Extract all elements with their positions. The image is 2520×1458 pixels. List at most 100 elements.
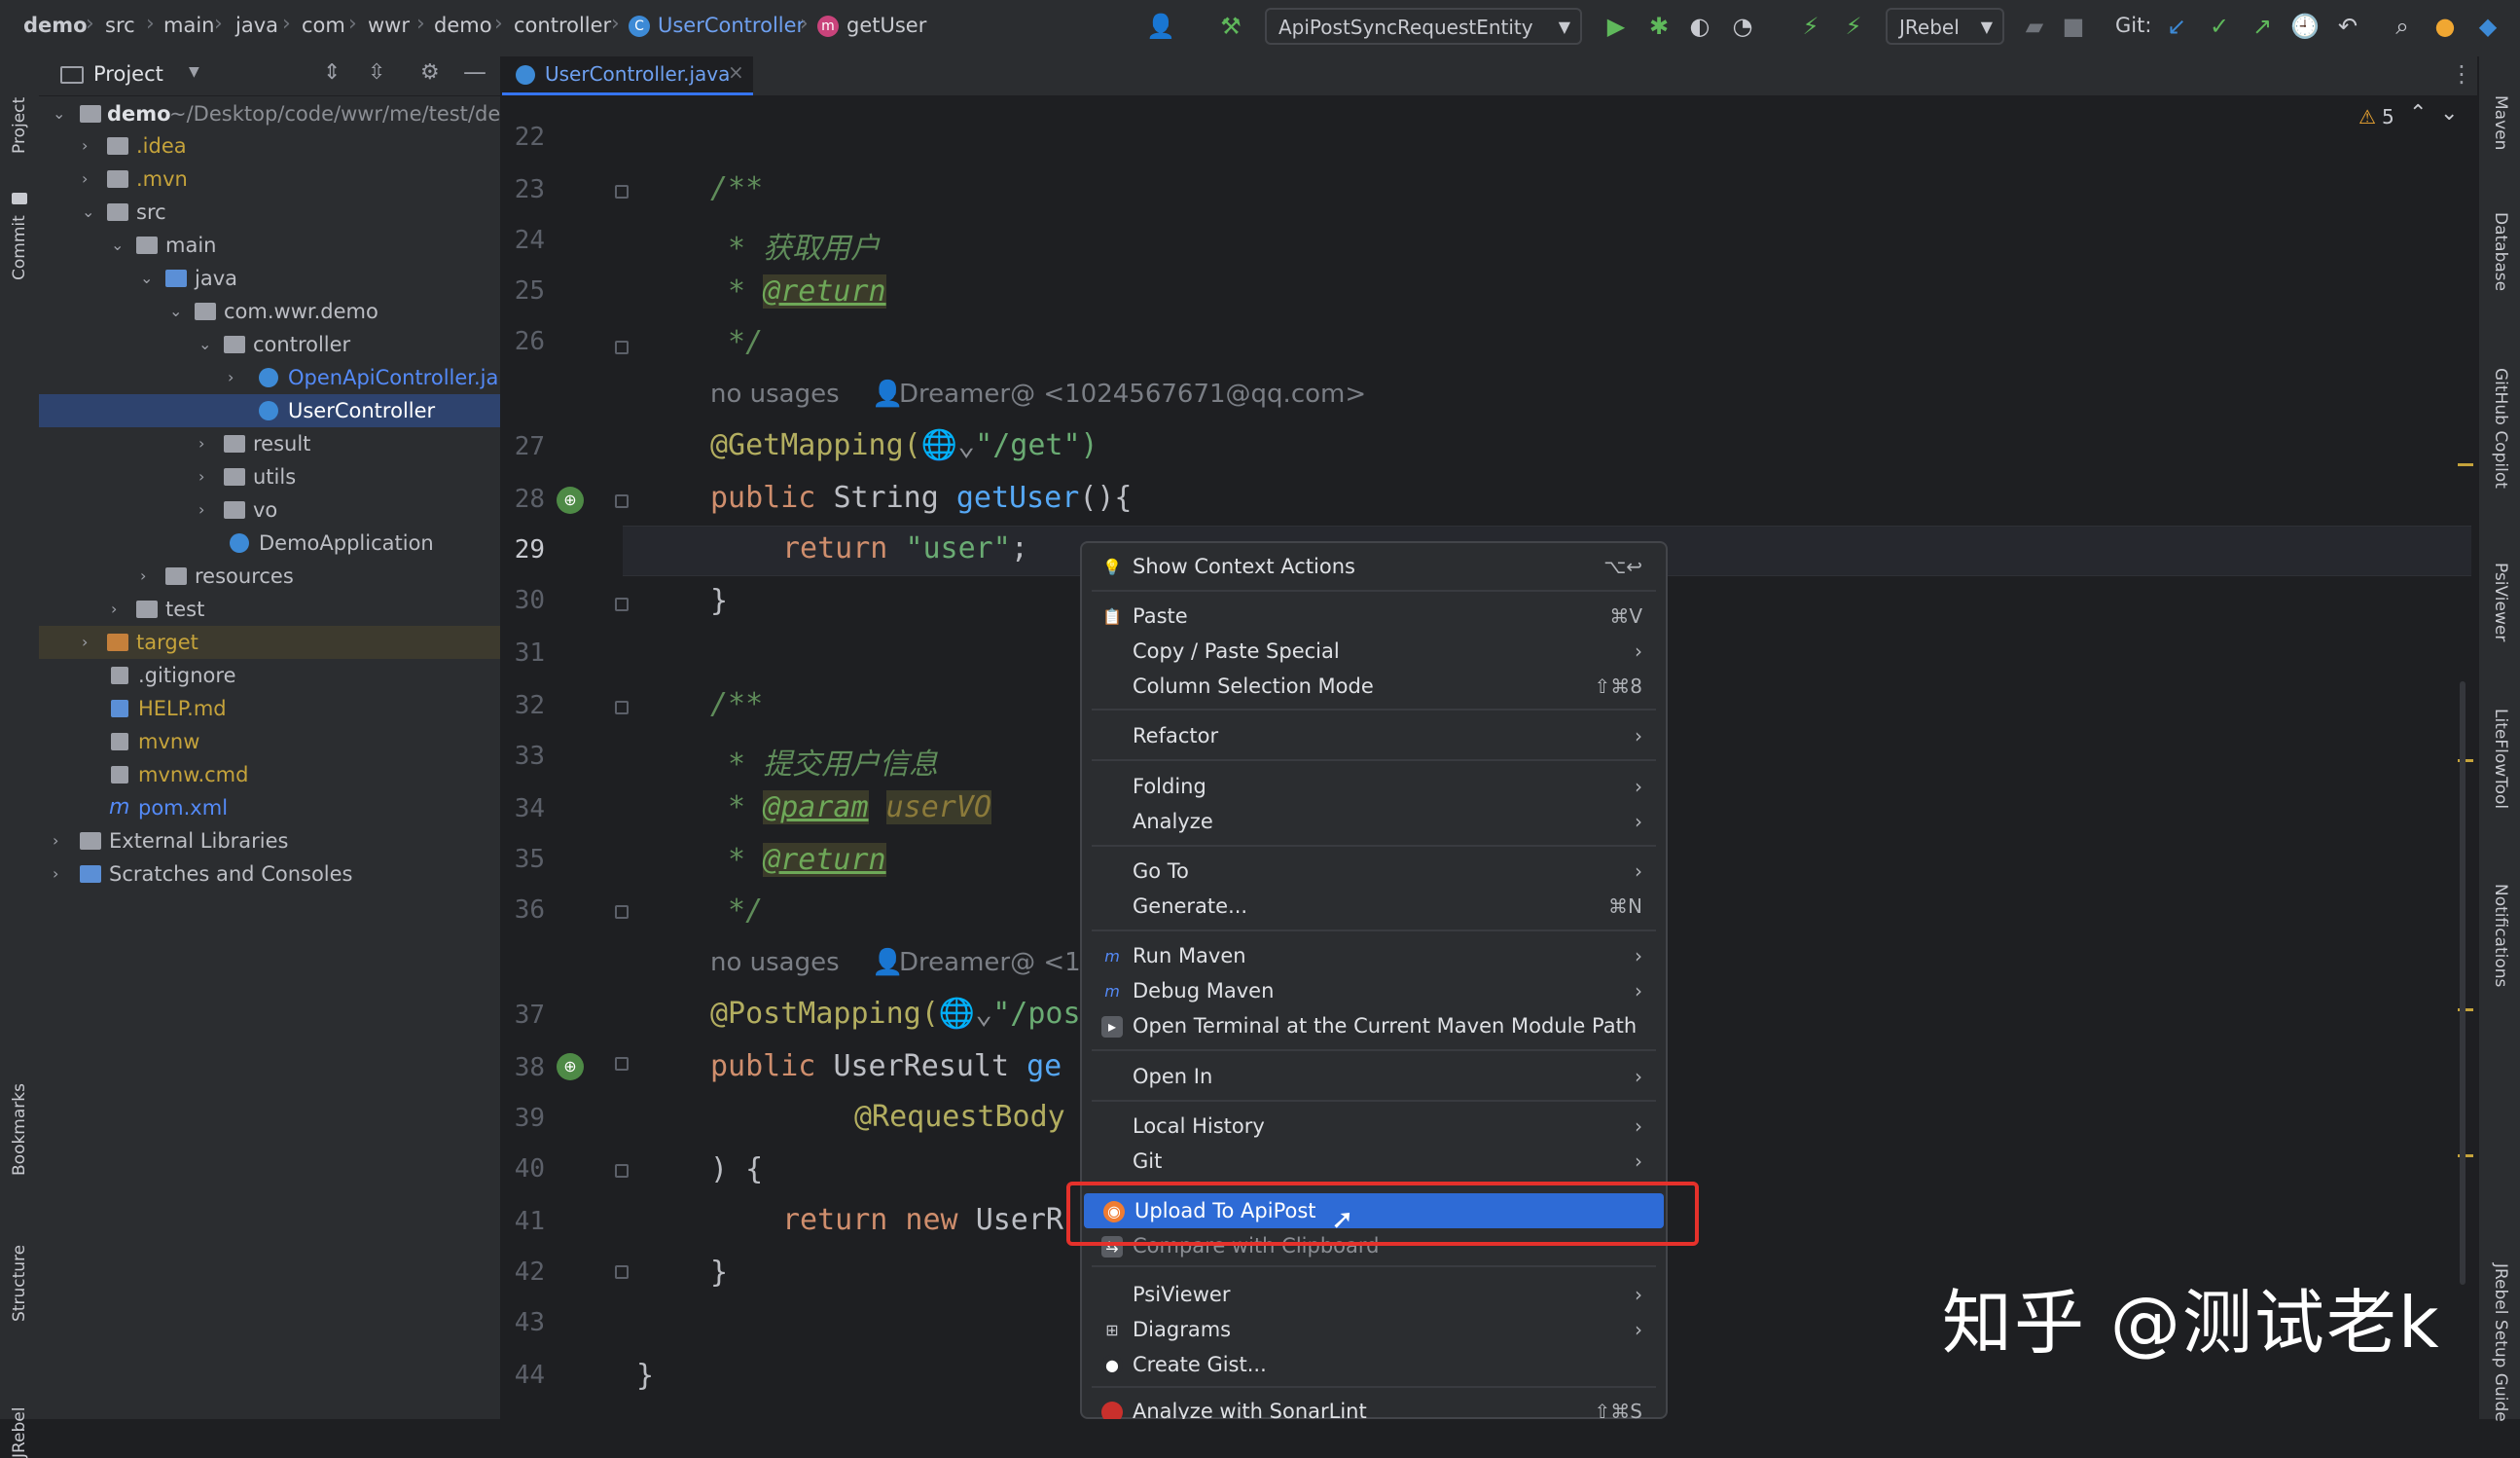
search-icon[interactable]: ⌕	[2388, 12, 2417, 41]
menu-item-local-history[interactable]: Local History›	[1082, 1109, 1666, 1144]
menu-item-open-terminal-maven[interactable]: ▸Open Terminal at the Current Maven Modu…	[1082, 1008, 1666, 1043]
rollback-icon[interactable]: ↶	[2333, 12, 2362, 41]
globe-icon[interactable]: 🌐⌄	[939, 997, 992, 1031]
menu-item-analyze[interactable]: Analyze›	[1082, 804, 1666, 839]
menu-item-show-context-actions[interactable]: 💡Show Context Actions⌥↩	[1082, 549, 1666, 584]
breadcrumb-src[interactable]: src	[105, 14, 135, 37]
git-commit-icon[interactable]: ✓	[2205, 12, 2234, 41]
tree-item-mvn[interactable]: ›.mvn	[39, 163, 500, 196]
menu-item-generate[interactable]: Generate...⌘N	[1082, 889, 1666, 924]
commit-tool-button[interactable]: Commit	[10, 215, 29, 280]
tree-item-mvnw[interactable]: mvnw	[39, 725, 500, 758]
bookmarks-tool-button[interactable]: Bookmarks	[10, 1083, 29, 1176]
coverage-icon[interactable]: ◐	[1685, 12, 1714, 41]
profiler-icon[interactable]: ◔	[1728, 12, 1757, 41]
tree-item-result[interactable]: ›result	[39, 427, 500, 460]
menu-item-folding[interactable]: Folding›	[1082, 769, 1666, 804]
fold-marker-icon[interactable]	[615, 905, 629, 919]
tree-item-helpmd[interactable]: HELP.md	[39, 692, 500, 725]
debug-icon[interactable]: ✱	[1644, 12, 1674, 41]
breadcrumb-main[interactable]: main	[163, 14, 214, 37]
menu-item-paste[interactable]: 📋Paste⌘V	[1082, 599, 1666, 634]
breadcrumb-java[interactable]: java	[235, 14, 278, 37]
jrebel-debug-icon[interactable]: ⚡	[1839, 12, 1868, 41]
tree-item-target[interactable]: ›target	[39, 626, 500, 659]
fold-marker-icon[interactable]	[615, 1164, 629, 1178]
gear-icon[interactable]: ⚙	[420, 60, 440, 85]
tree-item-idea[interactable]: ›.idea	[39, 129, 500, 163]
more-options-icon[interactable]: ⋮	[2450, 60, 2473, 88]
menu-item-git[interactable]: Git›	[1082, 1144, 1666, 1179]
menu-item-copy-paste-special[interactable]: Copy / Paste Special›	[1082, 634, 1666, 669]
menu-item-open-in[interactable]: Open In›	[1082, 1059, 1666, 1094]
breadcrumb-demo-pkg[interactable]: demo	[434, 14, 492, 37]
fold-marker-icon[interactable]	[615, 185, 629, 199]
fold-marker-icon[interactable]	[615, 598, 629, 611]
globe-icon[interactable]: 🌐⌄	[921, 428, 975, 462]
tree-root-demo[interactable]: ⌄ demo ~/Desktop/code/wwr/me/test/de	[39, 97, 500, 130]
endpoint-globe-icon[interactable]: ⊕	[557, 1053, 584, 1080]
author-hint[interactable]: Dreamer@ <1024567671@qq.com>	[899, 380, 1366, 409]
usages-hint[interactable]: no usages	[710, 380, 840, 409]
menu-item-psiviewer[interactable]: PsiViewer›	[1082, 1277, 1666, 1312]
chevron-down-icon[interactable]: ▼	[189, 64, 199, 80]
database-tool-button[interactable]: Database	[2491, 212, 2510, 291]
tree-item-demoapplication[interactable]: DemoApplication	[39, 527, 500, 560]
fold-marker-icon[interactable]	[615, 701, 629, 714]
menu-item-go-to[interactable]: Go To›	[1082, 854, 1666, 889]
collapse-all-icon[interactable]: ⇳	[368, 60, 385, 85]
copilot-tool-button[interactable]: GitHub Copilot	[2491, 368, 2510, 489]
tree-item-mvnwcmd[interactable]: mvnw.cmd	[39, 758, 500, 791]
project-tool-button[interactable]: Project	[10, 97, 29, 154]
run-icon[interactable]: ▶	[1602, 12, 1631, 41]
tree-item-utils[interactable]: ›utils	[39, 460, 500, 493]
maven-tool-button[interactable]: Maven	[2491, 95, 2510, 150]
fold-marker-icon[interactable]	[615, 1057, 629, 1071]
jrebel-dropdown[interactable]: JRebel ▼	[1886, 8, 2004, 45]
expand-all-icon[interactable]: ⇕	[323, 60, 341, 85]
menu-item-analyze-sonarlint[interactable]: Analyze with SonarLint⇧⌘S	[1082, 1394, 1666, 1419]
breadcrumb-getuser[interactable]: getUser	[846, 14, 926, 37]
menu-item-diagrams[interactable]: ⊞Diagrams›	[1082, 1312, 1666, 1347]
fold-marker-icon[interactable]	[615, 494, 629, 508]
author-hint[interactable]: Dreamer@ <10	[899, 948, 1097, 977]
toolbox-icon[interactable]: ◆	[2473, 12, 2502, 41]
scrollbar-marker[interactable]	[2458, 463, 2473, 466]
update-icon[interactable]: ▰	[2020, 12, 2049, 41]
tree-item-gitignore[interactable]: .gitignore	[39, 659, 500, 692]
previous-highlight-icon[interactable]: ⌃	[2409, 101, 2427, 126]
project-panel-title[interactable]: Project	[93, 62, 163, 86]
tree-item-pomxml[interactable]: mpom.xml	[39, 791, 500, 824]
tree-item-resources[interactable]: ›resources	[39, 560, 500, 593]
menu-item-column-selection-mode[interactable]: Column Selection Mode⇧⌘8	[1082, 669, 1666, 704]
tree-item-main[interactable]: ⌄main	[39, 229, 500, 262]
breadcrumb-com[interactable]: com	[302, 14, 345, 37]
fold-marker-icon[interactable]	[615, 341, 629, 354]
jrebel-setup-tool-button[interactable]: JRebel Setup Guide	[2491, 1263, 2510, 1422]
menu-item-create-gist[interactable]: ●Create Gist...	[1082, 1347, 1666, 1382]
fold-marker-icon[interactable]	[615, 1265, 629, 1279]
jrebel-run-icon[interactable]: ⚡	[1796, 12, 1825, 41]
structure-tool-button[interactable]: Structure	[10, 1245, 29, 1322]
psiviewer-tool-button[interactable]: PsiViewer	[2491, 563, 2510, 641]
next-highlight-icon[interactable]: ⌄	[2440, 101, 2458, 126]
tree-item-openapicontroller[interactable]: ›OpenApiController.ja	[39, 361, 500, 394]
liteflowtool-tool-button[interactable]: LiteFlowTool	[2491, 709, 2510, 809]
tree-item-java[interactable]: ⌄java	[39, 262, 500, 295]
menu-item-refactor[interactable]: Refactor›	[1082, 718, 1666, 753]
tree-item-external-libraries[interactable]: ›External Libraries	[39, 824, 500, 857]
git-push-icon[interactable]: ↗	[2248, 12, 2277, 41]
run-configuration-dropdown[interactable]: ApiPostSyncRequestEntity ▼	[1265, 8, 1582, 45]
tab-usercontroller[interactable]: UserController.java ×	[502, 56, 753, 95]
tree-item-test[interactable]: ›test	[39, 593, 500, 626]
breadcrumb-wwr[interactable]: wwr	[368, 14, 410, 37]
tree-item-usercontroller[interactable]: UserController	[39, 394, 500, 427]
vertical-scrollbar[interactable]	[2460, 681, 2466, 1285]
menu-item-run-maven[interactable]: mRun Maven›	[1082, 938, 1666, 973]
tree-item-src[interactable]: ⌄src	[39, 196, 500, 229]
close-icon[interactable]: ×	[728, 60, 744, 84]
usages-hint[interactable]: no usages	[710, 948, 840, 977]
git-update-icon[interactable]: ↙	[2162, 12, 2191, 41]
warning-icon[interactable]: ⚠	[2358, 105, 2376, 128]
jrebel-tool-button[interactable]: JRebel	[10, 1407, 29, 1458]
